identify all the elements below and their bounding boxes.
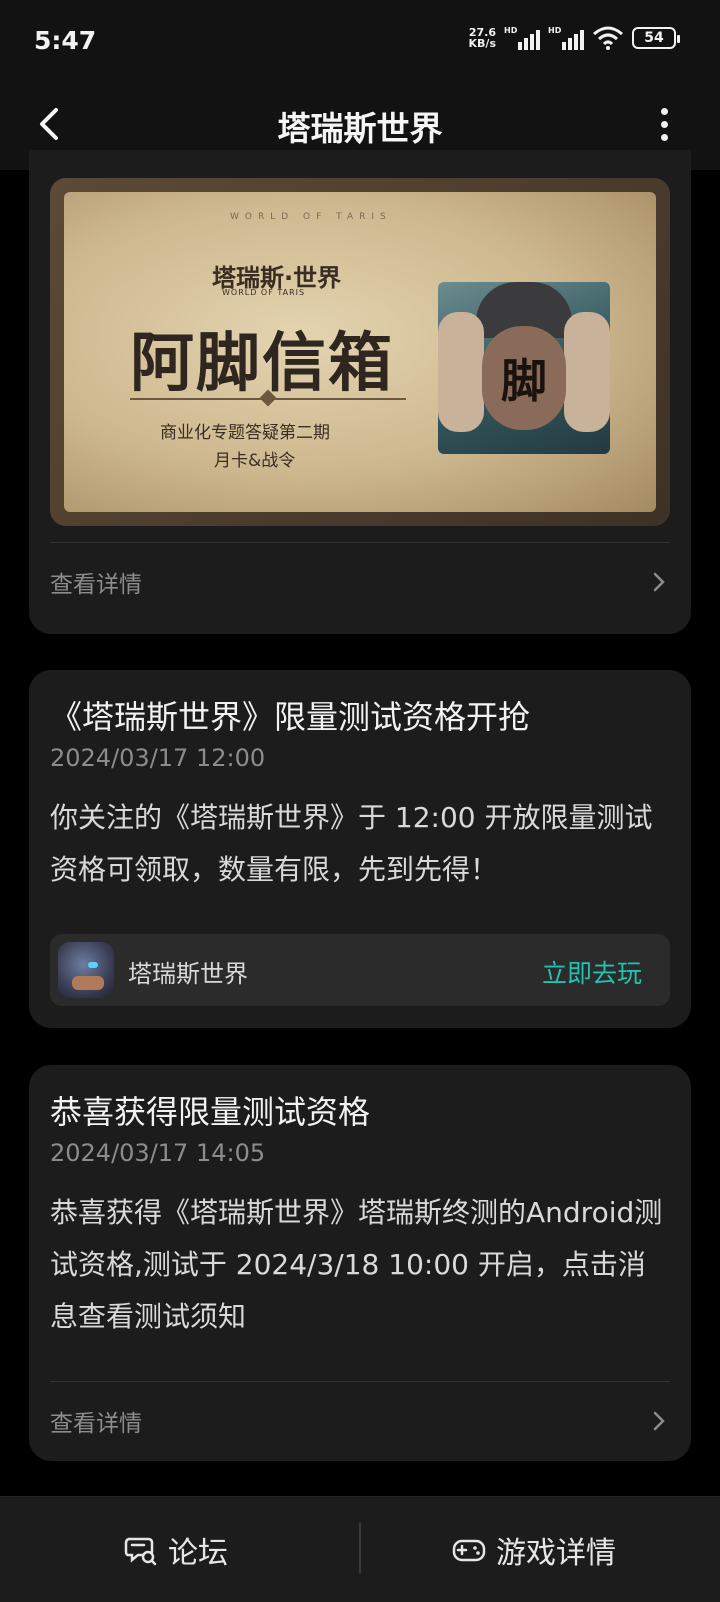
message-body: 恭喜获得《塔瑞斯世界》塔瑞斯终测的Android测试资格,测试于 2024/3/… [50, 1196, 663, 1333]
more-vertical-icon [654, 108, 674, 141]
message-time: 2024/03/17 14:05 [50, 1139, 266, 1167]
game-logo-sub: WORLD OF TARIS [222, 288, 306, 297]
forum-tab-label: 论坛 [168, 1536, 228, 1571]
game-name: 塔瑞斯世界 [128, 960, 248, 988]
message-card-test-open[interactable]: 《塔瑞斯世界》限量测试资格开抢 2024/03/17 12:00 你关注的《塔瑞… [29, 670, 691, 1028]
banner-image[interactable]: WORLD OF TARIS 塔瑞斯·世界 WORLD OF TARIS 阿脚信… [50, 178, 670, 526]
gamepad-icon [452, 1539, 486, 1562]
battery-icon: 54 [632, 27, 680, 49]
play-now-button[interactable]: 立即去玩 [542, 954, 642, 990]
message-title: 《塔瑞斯世界》限量测试资格开抢 [50, 698, 531, 736]
game-details-tab[interactable]: 游戏详情 [452, 1525, 616, 1575]
forum-chat-icon [124, 1537, 157, 1566]
message-card-banner[interactable]: WORLD OF TARIS 塔瑞斯·世界 WORLD OF TARIS 阿脚信… [29, 150, 691, 634]
hd-label-2: HD [548, 26, 562, 35]
game-details-tab-label: 游戏详情 [496, 1536, 616, 1571]
network-speed: 27.6 KB/s [464, 27, 496, 49]
banner-caption: WORLD OF TARIS [230, 212, 392, 222]
chevron-right-icon [653, 572, 665, 592]
signal-icon-2: HD [548, 26, 584, 50]
banner-subtitle-1: 商业化专题答疑第二期 [160, 423, 330, 443]
card-divider [50, 542, 670, 543]
banner-title: 阿脚信箱 [130, 327, 394, 401]
banner-subtitle-2: 月卡&战令 [214, 451, 296, 471]
page-title: 塔瑞斯世界 [277, 109, 443, 148]
view-details-label: 查看详情 [50, 572, 142, 598]
status-bar: 5:47 27.6 KB/s HD HD 54 [0, 0, 720, 80]
hd-label-1: HD [504, 26, 518, 35]
tab-divider [359, 1523, 361, 1573]
more-options-button[interactable] [654, 104, 674, 144]
message-body: 你关注的《塔瑞斯世界》于 12:00 开放限量测试资格可领取，数量有限，先到先得… [50, 801, 653, 886]
portrait-face-label: 脚 [482, 326, 566, 430]
card-divider [50, 1381, 670, 1382]
banner-paper: WORLD OF TARIS 塔瑞斯·世界 WORLD OF TARIS 阿脚信… [64, 192, 656, 512]
view-details-row[interactable]: 查看详情 [50, 1391, 670, 1451]
view-details-label: 查看详情 [50, 1411, 142, 1437]
chevron-right-icon [653, 1411, 665, 1431]
message-card-qualified[interactable]: 恭喜获得限量测试资格 2024/03/17 14:05 恭喜获得《塔瑞斯世界》塔… [29, 1065, 691, 1461]
network-speed-unit: KB/s [468, 37, 496, 50]
game-entry[interactable]: 塔瑞斯世界 立即去玩 [50, 934, 670, 1006]
status-time: 5:47 [34, 26, 97, 55]
bottom-nav: 论坛 游戏详情 [0, 1496, 720, 1602]
game-avatar-icon [58, 942, 114, 998]
status-icons: 27.6 KB/s HD HD 54 [464, 26, 680, 50]
character-portrait: 脚 [438, 282, 610, 454]
message-time: 2024/03/17 12:00 [50, 744, 266, 772]
signal-icon-1: HD [504, 26, 540, 50]
view-details-row[interactable]: 查看详情 [50, 552, 670, 612]
wifi-icon [593, 26, 623, 50]
forum-tab[interactable]: 论坛 [124, 1525, 228, 1575]
message-title: 恭喜获得限量测试资格 [50, 1093, 371, 1131]
